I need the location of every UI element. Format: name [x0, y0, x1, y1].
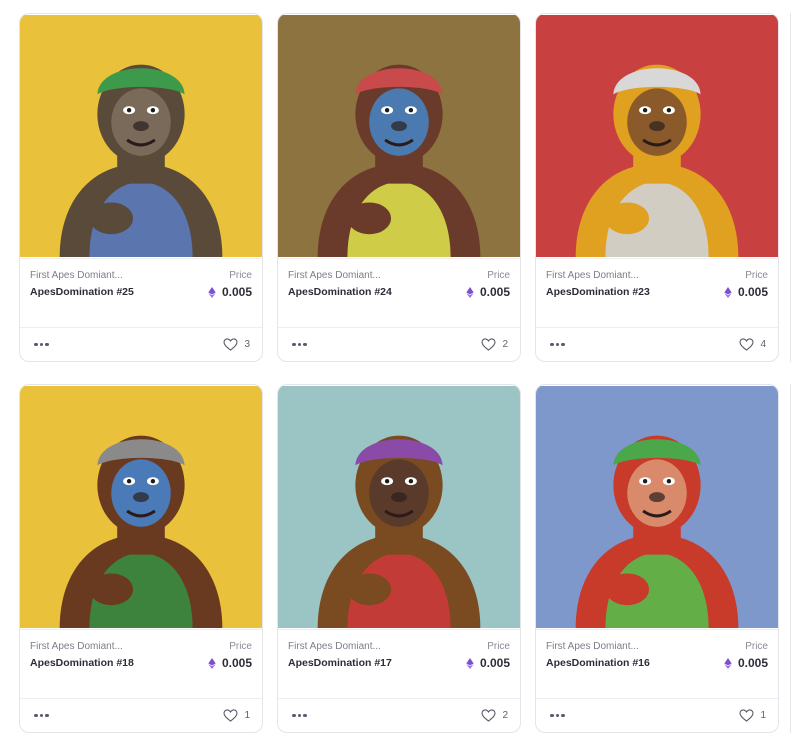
price-value: 0.005: [724, 656, 768, 670]
nft-card[interactable]: First Apes Domiant... ApesDomination #23…: [535, 13, 779, 362]
price-value: 0.005: [208, 656, 252, 670]
nft-card[interactable]: First Apes Domiant... ApesDomination #24…: [277, 13, 521, 362]
nft-image[interactable]: [536, 14, 778, 258]
nft-image[interactable]: [278, 385, 520, 629]
ethereum-icon: [466, 657, 474, 669]
price-label: Price: [487, 641, 510, 652]
price-label: Price: [487, 270, 510, 281]
card-footer: 4: [536, 327, 778, 361]
price-label: Price: [229, 641, 252, 652]
heart-icon: [739, 709, 754, 722]
nft-info: First Apes Domiant... ApesDomination #25…: [20, 258, 262, 328]
nft-info: First Apes Domiant... ApesDomination #23…: [536, 258, 778, 328]
nft-card[interactable]: First Apes Domiant... ApesDomination #17…: [277, 384, 521, 733]
more-dots-icon[interactable]: [292, 713, 307, 718]
more-dots-icon[interactable]: [34, 713, 49, 718]
collection-name[interactable]: First Apes Domiant...: [30, 270, 134, 282]
heart-icon: [223, 709, 238, 722]
price-value: 0.005: [466, 656, 510, 670]
nft-name[interactable]: ApesDomination #17: [288, 657, 392, 669]
more-dots-icon[interactable]: [550, 713, 565, 718]
more-dots-icon[interactable]: [292, 342, 307, 347]
price-value: 0.005: [466, 285, 510, 299]
heart-icon: [481, 338, 496, 351]
ethereum-icon: [208, 286, 216, 298]
nft-name[interactable]: ApesDomination #16: [546, 657, 650, 669]
card-footer: 2: [278, 327, 520, 361]
nft-info: First Apes Domiant... ApesDomination #16…: [536, 629, 778, 699]
ethereum-icon: [724, 286, 732, 298]
price-label: Price: [229, 270, 252, 281]
price-value: 0.005: [724, 285, 768, 299]
nft-name[interactable]: ApesDomination #18: [30, 657, 134, 669]
collection-name[interactable]: First Apes Domiant...: [288, 270, 392, 282]
like-button[interactable]: 3: [223, 338, 250, 351]
ethereum-icon: [208, 657, 216, 669]
nft-name[interactable]: ApesDomination #24: [288, 286, 392, 298]
like-count: 4: [760, 339, 766, 350]
nft-image[interactable]: [20, 385, 262, 629]
nft-name[interactable]: ApesDomination #23: [546, 286, 650, 298]
like-button[interactable]: 1: [223, 709, 250, 722]
like-count: 1: [760, 710, 766, 721]
price-value: 0.005: [208, 285, 252, 299]
nft-image[interactable]: [536, 385, 778, 629]
collection-name[interactable]: First Apes Domiant...: [288, 641, 392, 653]
nft-card[interactable]: First Apes Domiant... ApesDomination #25…: [19, 13, 263, 362]
ethereum-icon: [466, 286, 474, 298]
collection-name[interactable]: First Apes Domiant...: [30, 641, 134, 653]
like-count: 2: [502, 339, 508, 350]
like-button[interactable]: 2: [481, 338, 508, 351]
ethereum-icon: [724, 657, 732, 669]
like-count: 3: [244, 339, 250, 350]
nft-image[interactable]: [278, 14, 520, 258]
nft-image[interactable]: [20, 14, 262, 258]
nft-card[interactable]: First Apes Domiant... ApesDomination #16…: [535, 384, 779, 733]
heart-icon: [739, 338, 754, 351]
like-button[interactable]: 1: [739, 709, 766, 722]
like-count: 1: [244, 710, 250, 721]
nft-name[interactable]: ApesDomination #25: [30, 286, 134, 298]
nft-info: First Apes Domiant... ApesDomination #24…: [278, 258, 520, 328]
heart-icon: [481, 709, 496, 722]
price-label: Price: [745, 270, 768, 281]
heart-icon: [223, 338, 238, 351]
nft-info: First Apes Domiant... ApesDomination #18…: [20, 629, 262, 699]
more-dots-icon[interactable]: [550, 342, 565, 347]
like-button[interactable]: 2: [481, 709, 508, 722]
nft-grid: First Apes Domiant... ApesDomination #25…: [19, 13, 779, 733]
nft-card[interactable]: First Apes Domiant... ApesDomination #18…: [19, 384, 263, 733]
collection-name[interactable]: First Apes Domiant...: [546, 270, 650, 282]
price-label: Price: [745, 641, 768, 652]
card-footer: 1: [536, 698, 778, 732]
collection-name[interactable]: First Apes Domiant...: [546, 641, 650, 653]
like-count: 2: [502, 710, 508, 721]
card-footer: 2: [278, 698, 520, 732]
card-footer: 3: [20, 327, 262, 361]
more-dots-icon[interactable]: [34, 342, 49, 347]
like-button[interactable]: 4: [739, 338, 766, 351]
card-footer: 1: [20, 698, 262, 732]
nft-info: First Apes Domiant... ApesDomination #17…: [278, 629, 520, 699]
